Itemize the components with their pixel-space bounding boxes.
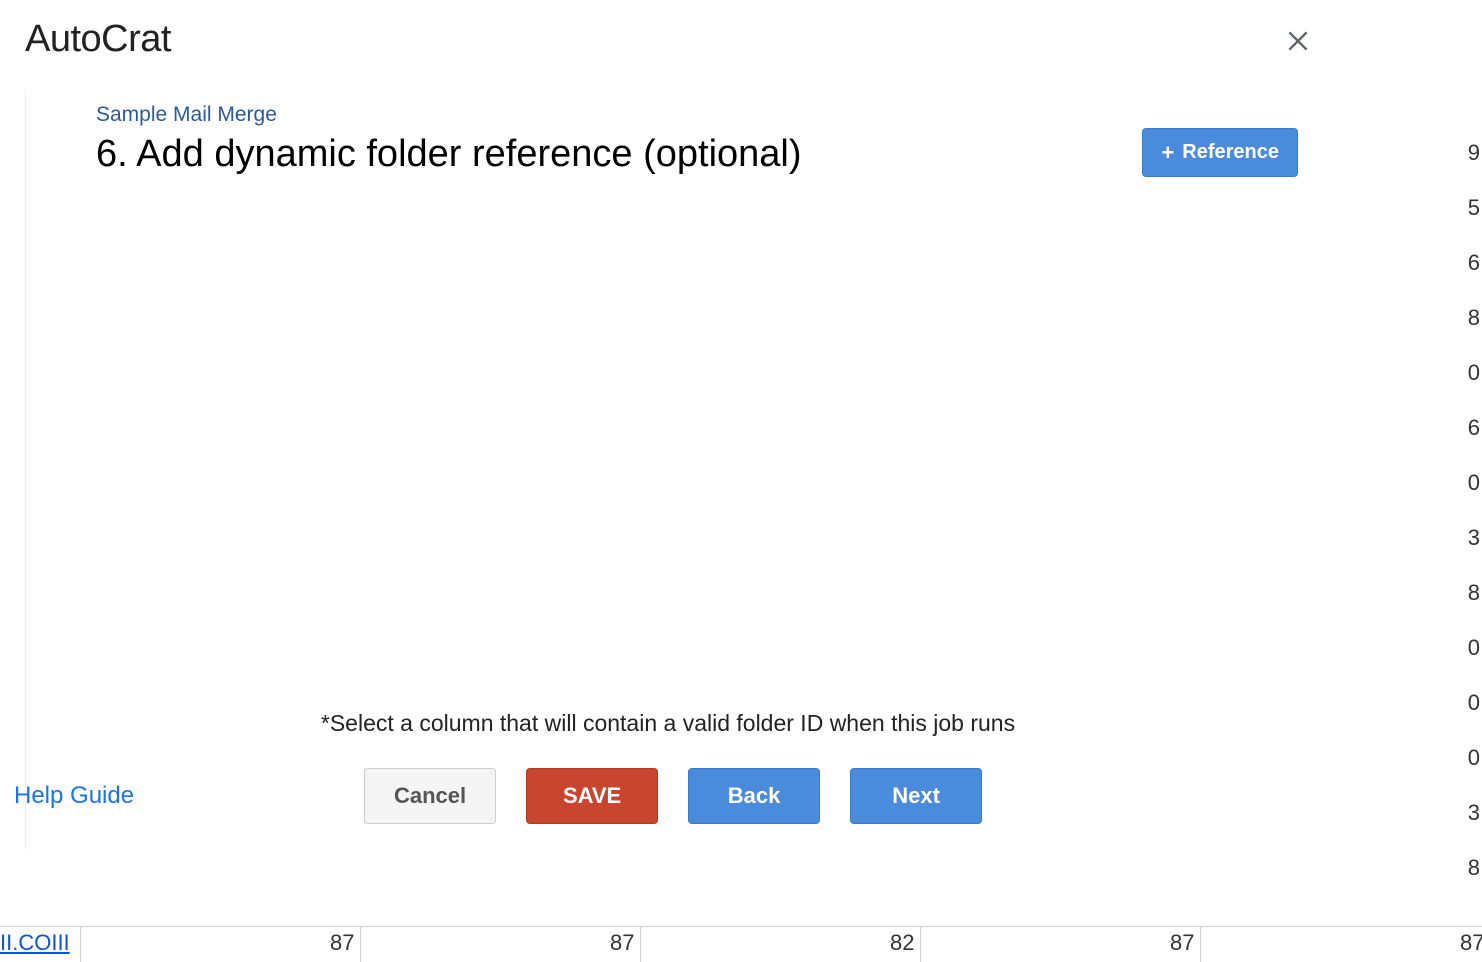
job-subtitle: Sample Mail Merge bbox=[96, 103, 1310, 127]
close-button[interactable] bbox=[1285, 28, 1311, 54]
bg-fragment: 0 bbox=[1468, 745, 1480, 771]
bg-fragment: 8 bbox=[1468, 305, 1480, 331]
bg-fragment: 3 bbox=[1468, 525, 1480, 551]
plus-icon: + bbox=[1161, 142, 1174, 164]
add-reference-button[interactable]: + Reference bbox=[1142, 128, 1298, 177]
bg-cell: 87 bbox=[1460, 930, 1482, 956]
bg-cell: 82 bbox=[890, 930, 914, 956]
bg-fragment: 6 bbox=[1468, 415, 1480, 441]
button-group: Cancel SAVE Back Next bbox=[364, 768, 982, 824]
content-area: Sample Mail Merge 6. Add dynamic folder … bbox=[25, 90, 1310, 850]
bg-cell-link: II.COIII bbox=[0, 930, 70, 956]
bg-fragment: 6 bbox=[1468, 250, 1480, 276]
bg-fragment: 0 bbox=[1468, 360, 1480, 386]
bg-cell: 87 bbox=[330, 930, 354, 956]
bg-fragment: 8 bbox=[1468, 855, 1480, 881]
bg-cell: 87 bbox=[610, 930, 634, 956]
help-guide-link[interactable]: Help Guide bbox=[14, 782, 134, 810]
save-button[interactable]: SAVE bbox=[526, 768, 658, 824]
bg-fragment: 9 bbox=[1468, 140, 1480, 166]
bg-fragment: 0 bbox=[1468, 690, 1480, 716]
step-title: 6. Add dynamic folder reference (optiona… bbox=[96, 133, 1310, 176]
hint-text: *Select a column that will contain a val… bbox=[26, 710, 1310, 737]
bg-fragment: 5 bbox=[1468, 195, 1480, 221]
autocrat-modal: AutoCrat Sample Mail Merge 6. Add dynami… bbox=[0, 0, 1355, 870]
bg-fragment: 8 bbox=[1468, 580, 1480, 606]
footer: Help Guide Cancel SAVE Back Next bbox=[26, 768, 1310, 824]
cancel-button[interactable]: Cancel bbox=[364, 768, 496, 824]
bg-fragment: 0 bbox=[1468, 470, 1480, 496]
close-icon bbox=[1285, 28, 1311, 54]
app-title: AutoCrat bbox=[25, 18, 171, 61]
bg-cell: 87 bbox=[1170, 930, 1194, 956]
next-button[interactable]: Next bbox=[850, 768, 982, 824]
bg-fragment: 0 bbox=[1468, 635, 1480, 661]
bg-fragment: 3 bbox=[1468, 800, 1480, 826]
reference-button-label: Reference bbox=[1182, 141, 1279, 164]
back-button[interactable]: Back bbox=[688, 768, 820, 824]
